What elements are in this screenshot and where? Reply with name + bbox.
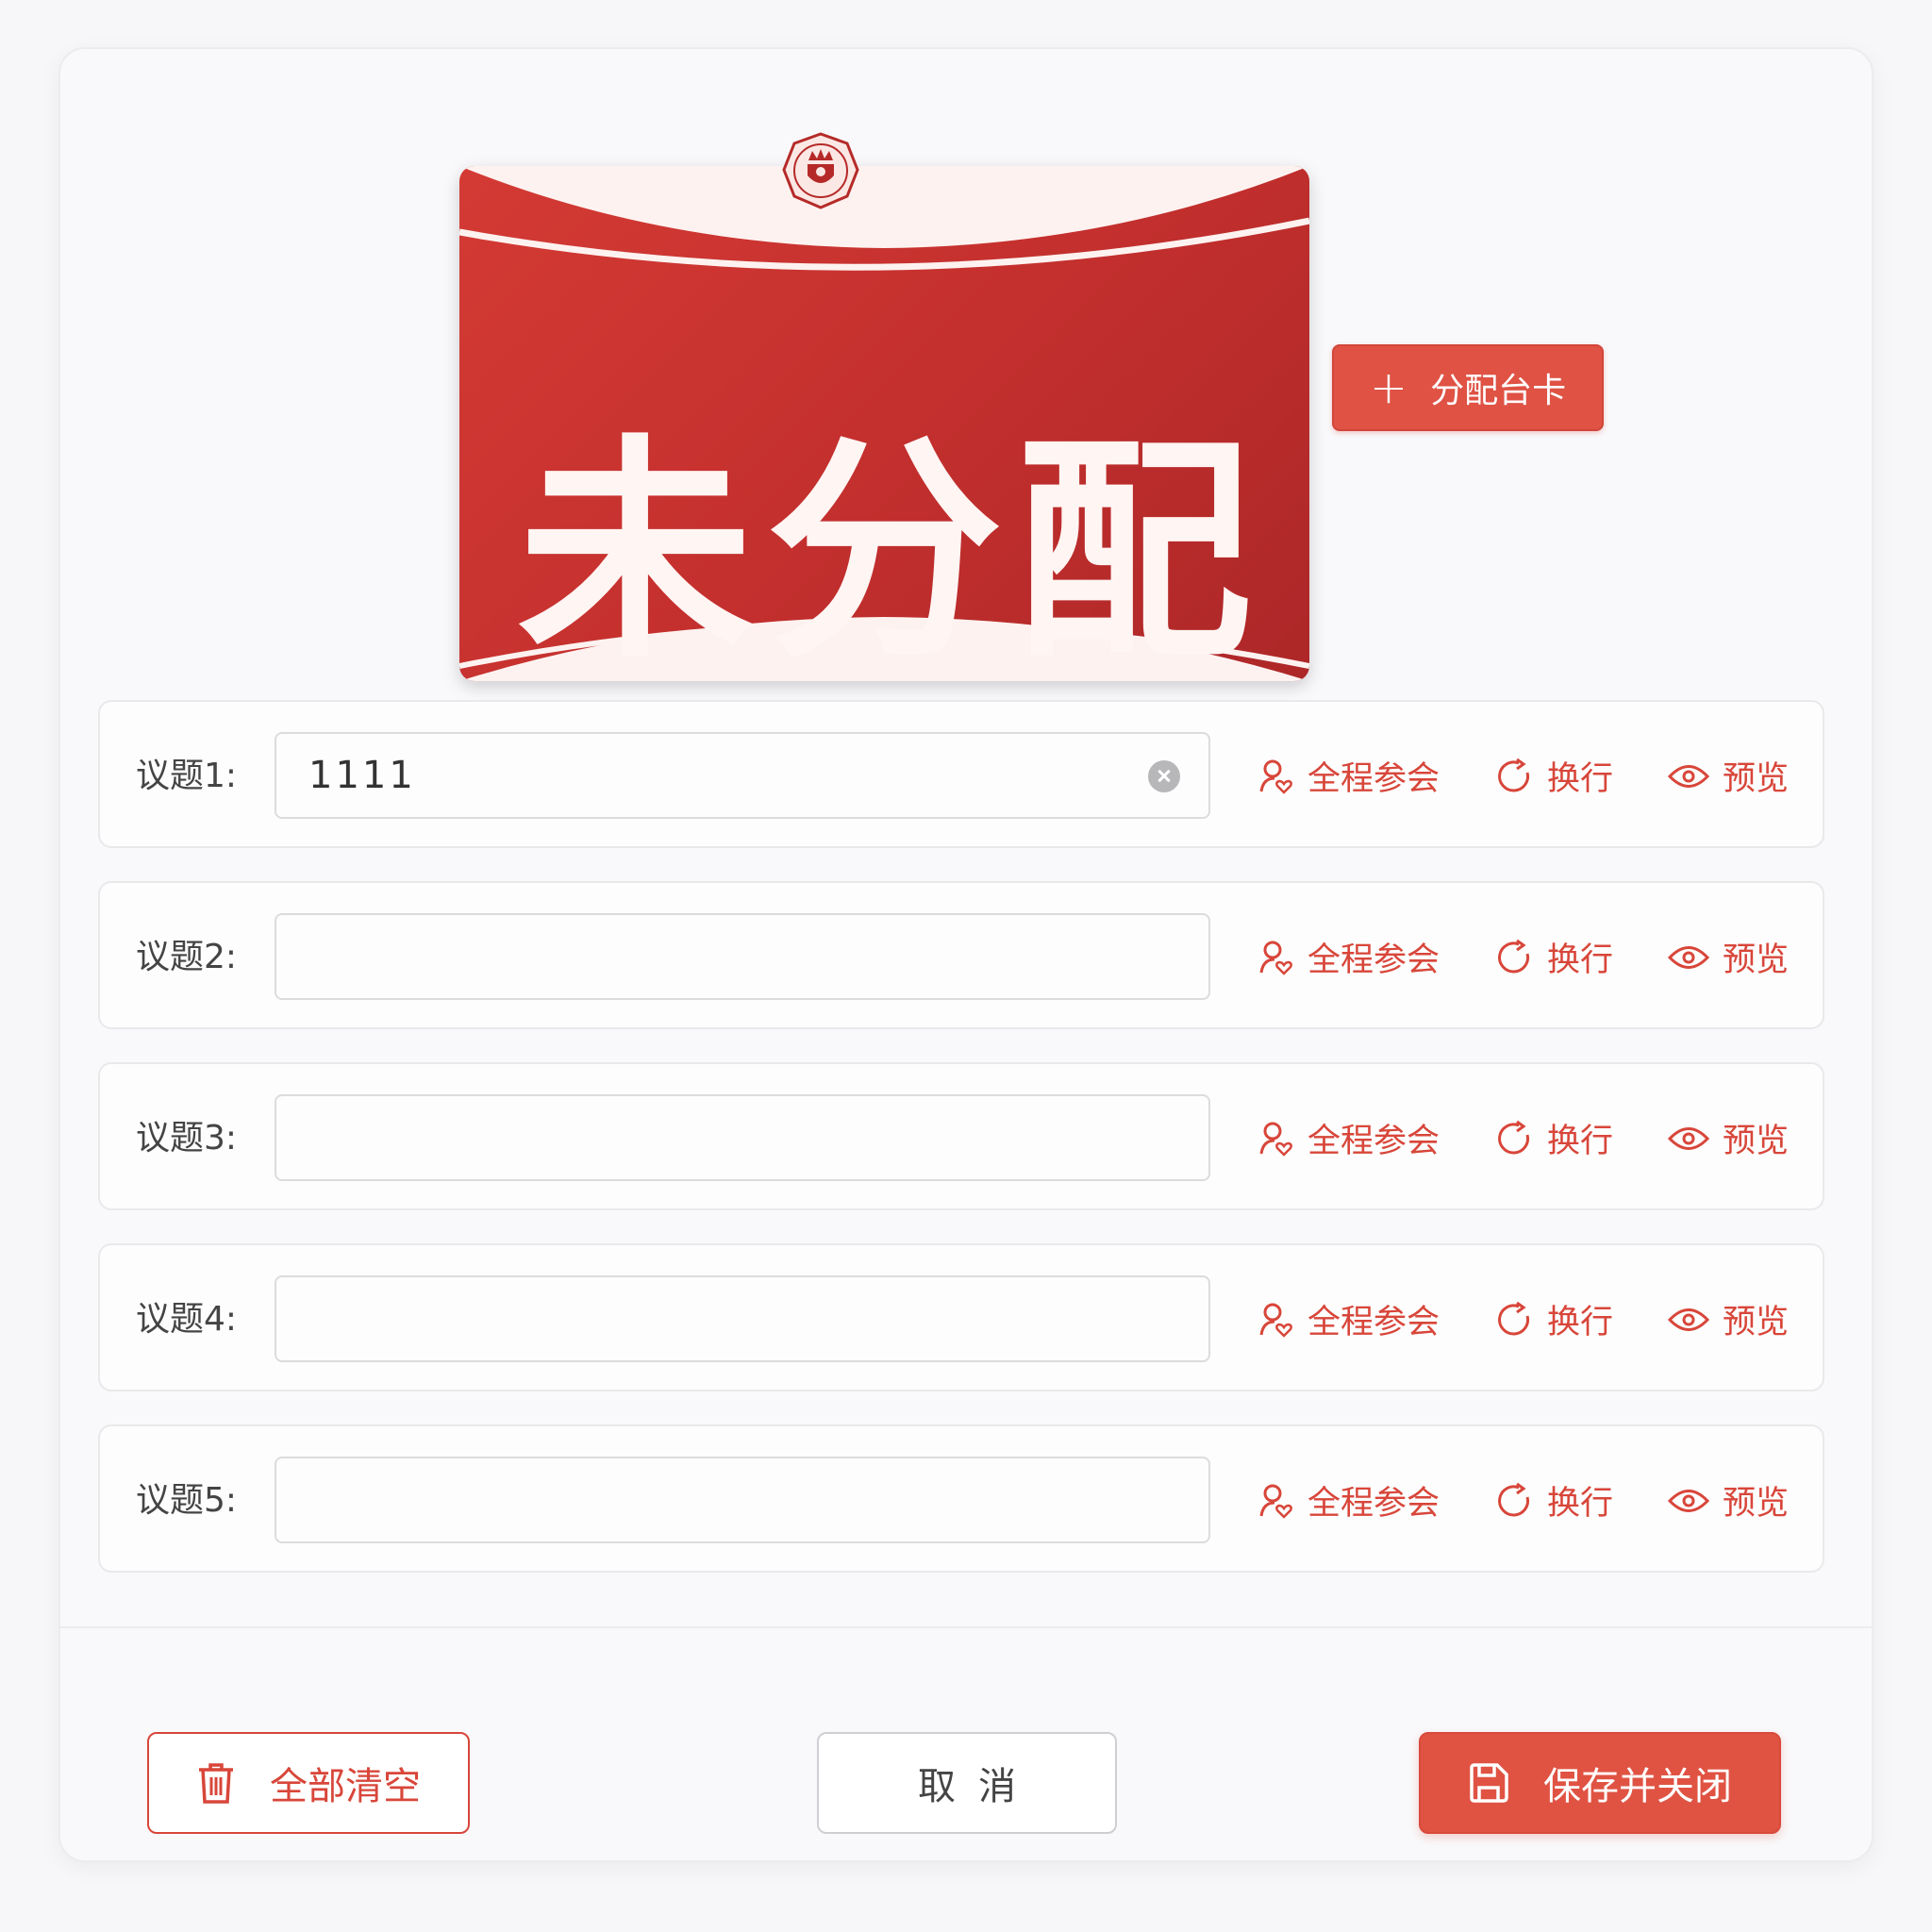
line-break-label: 换行: [1547, 941, 1614, 979]
user-heart-icon: [1259, 1484, 1292, 1519]
attend-all-button[interactable]: 全程参会: [1258, 883, 1440, 1031]
eye-icon: [1668, 1126, 1709, 1150]
topic-input[interactable]: [275, 1094, 1210, 1181]
topic-input[interactable]: [275, 1457, 1210, 1543]
topic-dialog: 未分配 + 分配台卡 议题1: 1111 全程参会 换行 预览 议题2: 全程参…: [58, 47, 1874, 1862]
table-card-preview: 未分配: [459, 166, 1309, 681]
user-heart-icon: [1259, 759, 1292, 794]
preview-label: 预览: [1723, 1123, 1790, 1160]
attend-all-label: 全程参会: [1307, 1485, 1441, 1523]
line-break-button[interactable]: 换行: [1496, 1426, 1613, 1574]
preview-button[interactable]: 预览: [1668, 1245, 1789, 1393]
refresh-icon: [1498, 939, 1530, 973]
user-heart-icon: [1259, 1303, 1292, 1338]
clear-all-label: 全部清空: [270, 1765, 421, 1808]
attend-all-label: 全程参会: [1307, 1123, 1441, 1160]
clear-icon[interactable]: [1148, 760, 1180, 792]
attend-all-button[interactable]: 全程参会: [1258, 1426, 1440, 1574]
line-break-button[interactable]: 换行: [1496, 1064, 1613, 1212]
eye-icon: [1668, 945, 1709, 969]
preview-button[interactable]: 预览: [1668, 1426, 1789, 1574]
attend-all-button[interactable]: 全程参会: [1258, 702, 1440, 850]
plus-icon: +: [1369, 361, 1408, 414]
eye-icon: [1668, 1307, 1709, 1331]
cancel-label: 取消: [918, 1765, 1039, 1808]
topic-input[interactable]: [275, 1275, 1210, 1362]
eye-icon: [1668, 1489, 1709, 1512]
clear-all-button[interactable]: 全部清空: [147, 1732, 470, 1834]
line-break-label: 换行: [1547, 760, 1614, 798]
topic-row-4: 议题4: 全程参会 换行 预览: [98, 1243, 1824, 1391]
topic-input[interactable]: 1111: [275, 732, 1210, 819]
eye-icon: [1668, 764, 1709, 788]
line-break-button[interactable]: 换行: [1496, 1245, 1613, 1393]
attend-all-label: 全程参会: [1307, 1304, 1441, 1341]
refresh-icon: [1498, 758, 1530, 791]
topic-row-2: 议题2: 全程参会 换行 预览: [98, 881, 1824, 1029]
assign-card-button[interactable]: + 分配台卡: [1332, 344, 1604, 431]
card-title: 未分配: [517, 415, 1265, 682]
preview-label: 预览: [1723, 1304, 1790, 1341]
refresh-icon: [1498, 1120, 1530, 1154]
preview-label: 预览: [1723, 1485, 1790, 1523]
attend-all-button[interactable]: 全程参会: [1258, 1245, 1440, 1393]
topic-label: 议题2:: [136, 938, 238, 976]
preview-label: 预览: [1723, 760, 1790, 798]
line-break-button[interactable]: 换行: [1496, 702, 1613, 850]
save-and-close-button[interactable]: 保存并关闭: [1419, 1732, 1781, 1834]
line-break-label: 换行: [1547, 1304, 1614, 1341]
user-heart-icon: [1259, 941, 1292, 975]
attend-all-button[interactable]: 全程参会: [1258, 1064, 1440, 1212]
topic-label: 议题1:: [136, 757, 238, 795]
cancel-button[interactable]: 取消: [817, 1732, 1117, 1834]
attend-all-label: 全程参会: [1307, 941, 1441, 979]
preview-label: 预览: [1723, 941, 1790, 979]
footer-divider: [60, 1626, 1872, 1628]
topic-row-3: 议题3: 全程参会 换行 预览: [98, 1062, 1824, 1210]
line-break-button[interactable]: 换行: [1496, 883, 1613, 1031]
trash-icon: [199, 1763, 233, 1804]
preview-button[interactable]: 预览: [1668, 1064, 1789, 1212]
topic-row-5: 议题5: 全程参会 换行 预览: [98, 1424, 1824, 1573]
topic-label: 议题4:: [136, 1300, 238, 1339]
save-and-close-label: 保存并关闭: [1543, 1765, 1732, 1808]
topic-label: 议题3:: [136, 1119, 238, 1158]
refresh-icon: [1498, 1301, 1530, 1335]
save-icon: [1470, 1763, 1508, 1803]
user-heart-icon: [1259, 1122, 1292, 1157]
line-break-label: 换行: [1547, 1485, 1614, 1523]
topic-input[interactable]: [275, 913, 1210, 1000]
emblem-icon: [782, 132, 859, 209]
preview-button[interactable]: 预览: [1668, 702, 1789, 850]
topic-input-value: 1111: [308, 754, 416, 797]
attend-all-label: 全程参会: [1307, 760, 1441, 798]
preview-button[interactable]: 预览: [1668, 883, 1789, 1031]
line-break-label: 换行: [1547, 1123, 1614, 1160]
assign-card-label: 分配台卡: [1430, 372, 1567, 410]
topic-row-1: 议题1: 1111 全程参会 换行 预览: [98, 700, 1824, 848]
refresh-icon: [1498, 1482, 1530, 1516]
topic-label: 议题5:: [136, 1481, 238, 1520]
